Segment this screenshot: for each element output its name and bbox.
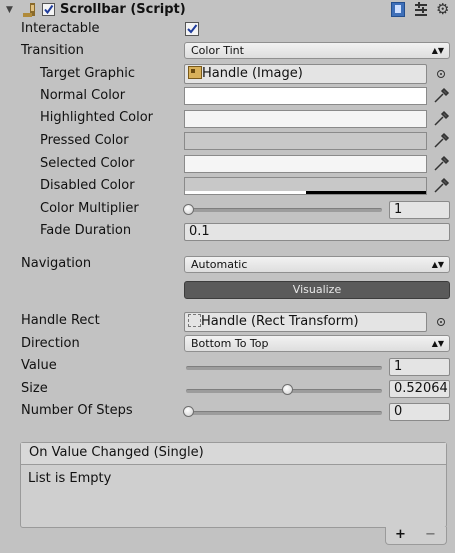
fade-duration-label: Fade Duration [40, 223, 132, 238]
object-picker-icon[interactable] [437, 70, 445, 78]
size-knob[interactable] [282, 384, 293, 395]
fade-duration-value: 0.1 [189, 224, 210, 239]
dropdown-arrow-icon: ▲▼ [431, 339, 444, 348]
interactable-checkbox[interactable] [185, 22, 199, 36]
eyedropper-icon[interactable] [432, 132, 450, 150]
value-slider[interactable] [186, 366, 382, 370]
interactable-label: Interactable [21, 21, 100, 36]
component-enabled-checkbox[interactable] [42, 3, 55, 16]
event-title: On Value Changed (Single) [29, 445, 204, 460]
highlighted-color-label: Highlighted Color [40, 110, 154, 125]
number-of-steps-label: Number Of Steps [21, 403, 133, 418]
foldout-arrow-icon[interactable]: ▼ [6, 5, 13, 15]
image-icon [188, 66, 202, 79]
alpha-bar [185, 191, 306, 194]
navigation-label: Navigation [21, 256, 92, 271]
color-multiplier-input[interactable]: 1 [389, 201, 450, 219]
disabled-color-label: Disabled Color [40, 178, 135, 193]
visualize-button[interactable]: Visualize [184, 281, 450, 299]
target-graphic-value: Handle (Image) [202, 66, 303, 81]
value-value: 1 [394, 359, 403, 374]
direction-label: Direction [21, 336, 80, 351]
color-multiplier-value: 1 [394, 202, 403, 217]
number-of-steps-value: 0 [394, 404, 403, 419]
color-multiplier-label: Color Multiplier [40, 201, 139, 216]
dropdown-arrow-icon: ▲▼ [431, 260, 444, 269]
transition-value: Color Tint [191, 44, 244, 57]
handle-rect-label: Handle Rect [21, 313, 100, 328]
value-label: Value [21, 358, 57, 373]
pressed-color-swatch[interactable] [184, 132, 427, 150]
scrollbar-component-icon [22, 2, 38, 18]
help-book-icon[interactable] [391, 2, 405, 17]
event-empty-text: List is Empty [28, 471, 112, 486]
eyedropper-icon[interactable] [432, 110, 450, 128]
number-of-steps-input[interactable]: 0 [389, 403, 450, 421]
component-title: Scrollbar (Script) [60, 2, 186, 17]
size-label: Size [21, 381, 48, 396]
transition-dropdown[interactable]: Color Tint ▲▼ [184, 42, 450, 59]
visualize-label: Visualize [292, 283, 342, 296]
transition-label: Transition [21, 43, 84, 58]
eyedropper-icon[interactable] [432, 177, 450, 195]
normal-color-swatch[interactable] [184, 87, 427, 105]
direction-dropdown[interactable]: Bottom To Top ▲▼ [184, 335, 450, 352]
target-graphic-field[interactable]: Handle (Image) [184, 64, 427, 84]
object-picker-icon[interactable] [437, 318, 445, 326]
direction-value: Bottom To Top [191, 337, 269, 350]
remove-listener-button[interactable]: − [425, 526, 436, 544]
color-multiplier-knob[interactable] [183, 204, 194, 215]
number-of-steps-knob[interactable] [183, 406, 194, 417]
navigation-dropdown[interactable]: Automatic ▲▼ [184, 256, 450, 273]
event-header: On Value Changed (Single) [21, 443, 446, 465]
eyedropper-icon[interactable] [432, 155, 450, 173]
fade-duration-input[interactable]: 0.1 [184, 223, 450, 241]
number-of-steps-slider[interactable] [186, 411, 382, 415]
gear-icon[interactable]: ⚙ [436, 0, 449, 18]
handle-rect-field[interactable]: Handle (Rect Transform) [184, 312, 427, 332]
highlighted-color-swatch[interactable] [184, 110, 427, 128]
alpha-bar-remainder [306, 191, 426, 194]
size-value: 0.52064 [394, 381, 448, 396]
on-value-changed-event: On Value Changed (Single) List is Empty [20, 442, 447, 528]
event-footer: + − [385, 527, 447, 545]
pressed-color-label: Pressed Color [40, 133, 129, 148]
eyedropper-icon[interactable] [432, 87, 450, 105]
size-input[interactable]: 0.52064 [389, 380, 450, 398]
dropdown-arrow-icon: ▲▼ [431, 46, 444, 55]
rect-transform-icon [188, 314, 201, 327]
preset-icon[interactable] [414, 1, 428, 17]
navigation-value: Automatic [191, 258, 248, 271]
value-input[interactable]: 1 [389, 358, 450, 376]
selected-color-label: Selected Color [40, 156, 135, 171]
disabled-color-swatch[interactable] [184, 177, 427, 195]
handle-rect-value: Handle (Rect Transform) [201, 314, 359, 329]
selected-color-swatch[interactable] [184, 155, 427, 173]
color-multiplier-slider[interactable] [186, 208, 382, 212]
normal-color-label: Normal Color [40, 88, 126, 103]
add-listener-button[interactable]: + [395, 526, 406, 544]
target-graphic-label: Target Graphic [40, 66, 135, 81]
